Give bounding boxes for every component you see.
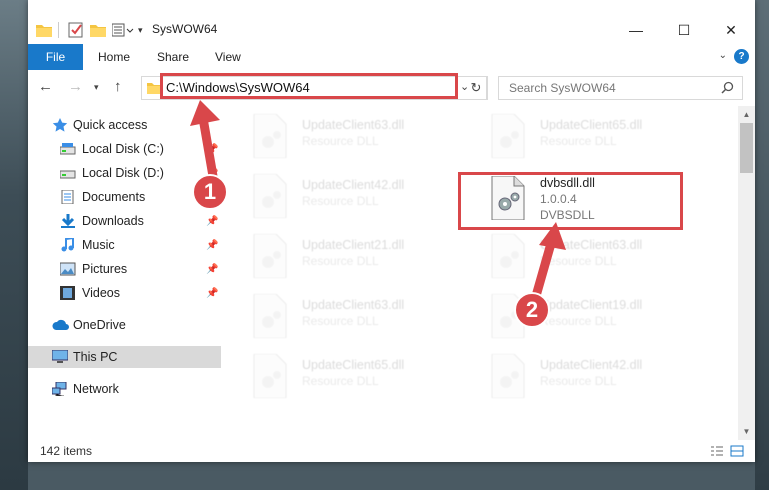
- step-1-callout: 1: [192, 174, 228, 210]
- annotation-arrows: [190, 100, 566, 301]
- step-2-callout: 2: [514, 292, 550, 328]
